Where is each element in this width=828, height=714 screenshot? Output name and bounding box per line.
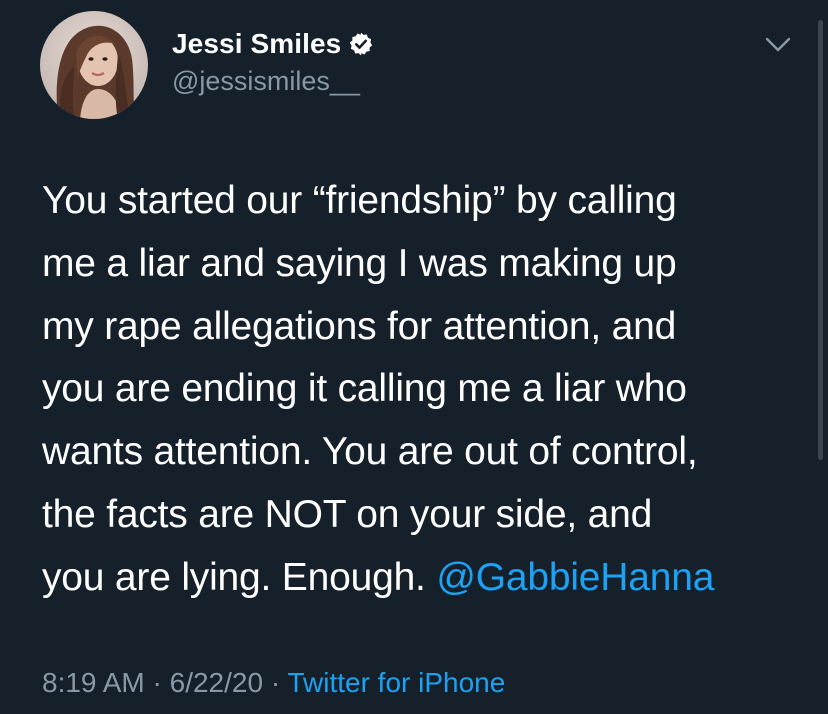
tweet-time[interactable]: 8:19 AM: [42, 667, 145, 698]
tweet-text: You started our “friendship” by calling …: [42, 170, 802, 610]
tweet-source-link[interactable]: Twitter for iPhone: [287, 667, 505, 698]
display-name-row: Jessi Smiles: [172, 26, 374, 62]
tweet-meta: 8:19 AM · 6/22/20 · Twitter for iPhone: [42, 667, 505, 699]
chevron-down-icon[interactable]: [764, 35, 792, 55]
tweet-text-segment: you are lying. Enough.: [42, 555, 437, 599]
scrollbar[interactable]: [818, 20, 823, 460]
meta-separator: ·: [263, 667, 288, 698]
display-name[interactable]: Jessi Smiles: [172, 28, 341, 60]
tweet-card: Jessi Smiles @jessismiles__ You started …: [0, 0, 828, 714]
avatar[interactable]: [40, 11, 148, 119]
tweet-text-line: my rape allegations for attention, and: [42, 304, 677, 348]
tweet-text-line: wants attention. You are out of control,: [42, 430, 698, 474]
user-handle[interactable]: @jessismiles__: [172, 66, 374, 97]
mention-link[interactable]: @GabbieHanna: [436, 556, 714, 599]
tweet-date[interactable]: 6/22/20: [170, 667, 263, 698]
tweet-text-line-last: you are lying. Enough. @GabbieHanna: [42, 547, 802, 610]
tweet-text-line: me a liar and saying I was making up: [42, 241, 677, 285]
verified-badge-icon: [350, 32, 373, 56]
meta-separator: ·: [144, 667, 170, 698]
author-info: Jessi Smiles @jessismiles__: [172, 26, 374, 97]
tweet-text-line: You started our “friendship” by calling: [42, 179, 677, 222]
tweet-text-line: you are ending it calling me a liar who: [42, 367, 687, 411]
tweet-text-line: the facts are NOT on your side, and: [42, 492, 653, 536]
